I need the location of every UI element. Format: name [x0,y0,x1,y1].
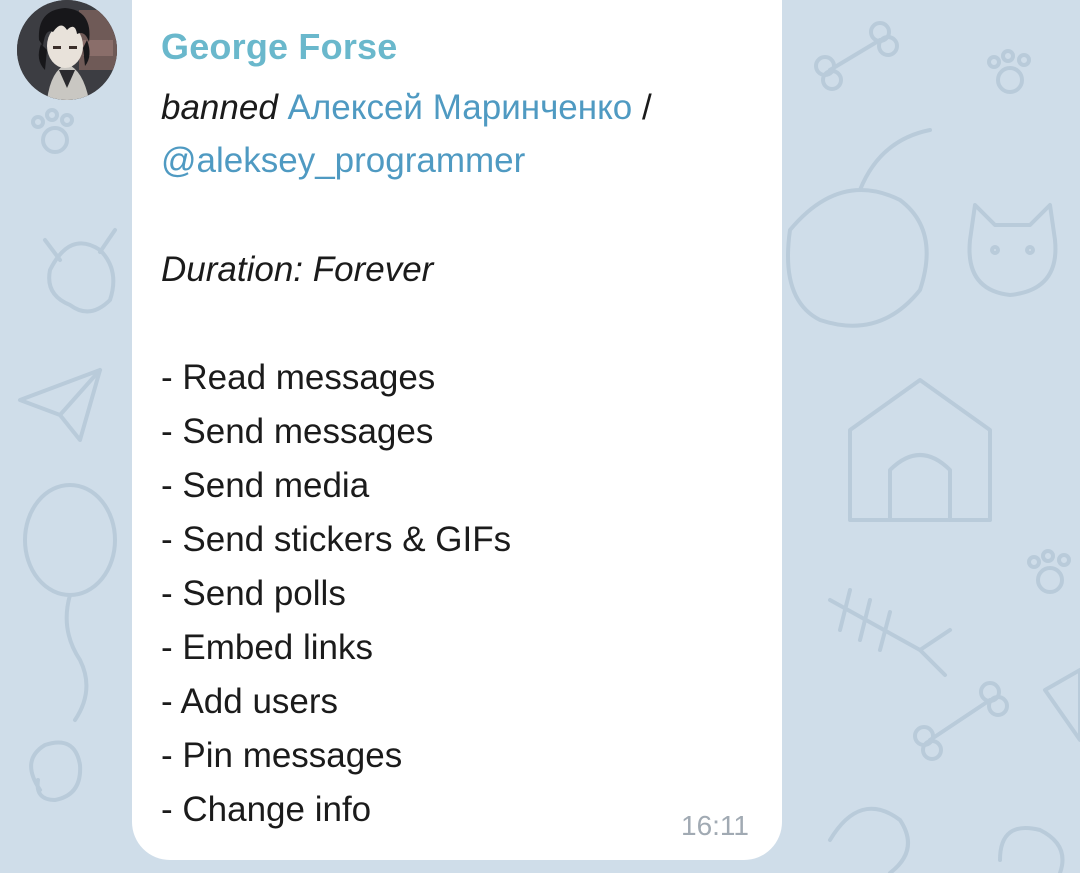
anime-character-avatar-icon [17,0,117,100]
restriction-item: - Add users [161,682,339,721]
cat-doodle-icon [967,203,1058,297]
chat-screen: { "message": { "sender_name": "George Fo… [0,0,1080,873]
restriction-item: - Change info [161,790,372,829]
doghouse-doodle-icon [848,378,992,522]
restriction-item: - Embed links [161,628,374,667]
action-line: banned Алексей Маринченко / [161,86,652,130]
dog-doodle-icon [43,228,117,314]
sender-name[interactable]: George Forse [161,26,397,68]
restriction-item: - Send stickers & GIFs [161,520,512,559]
cat-doodle-icon [828,806,910,873]
target-name-link[interactable]: Алексей Маринченко [288,88,633,127]
restriction-item: - Send media [161,466,370,505]
restriction-item: - Send polls [161,574,346,613]
fish-doodle-icon [786,128,932,328]
message-bubble[interactable]: George Forse banned Алексей Маринченко /… [132,0,782,860]
action-word: banned [161,88,278,127]
restriction-item: - Send messages [161,412,434,451]
separator: / [642,88,652,127]
balloon-doodle-icon [23,483,117,722]
restriction-item: - Read messages [161,358,436,397]
target-username-link[interactable]: @aleksey_programmer [161,139,525,183]
restriction-item: - Pin messages [161,736,403,775]
paper-plane-doodle-icon [1043,668,1080,742]
duration-line: Duration: Forever [161,250,434,289]
fish-skeleton-doodle-icon [828,588,952,677]
sender-avatar[interactable] [17,0,117,100]
bone-doodle-icon [814,21,899,91]
swirl-doodle-icon [29,740,83,802]
paw-doodle-icon [987,49,1031,94]
bone-doodle-icon [913,681,1009,761]
paw-doodle-icon [31,108,74,154]
paper-plane-doodle-icon [18,368,102,442]
paw-doodle-icon [1027,549,1071,594]
message-timestamp: 16:11 [681,810,749,841]
swirl-doodle-icon [998,826,1065,873]
